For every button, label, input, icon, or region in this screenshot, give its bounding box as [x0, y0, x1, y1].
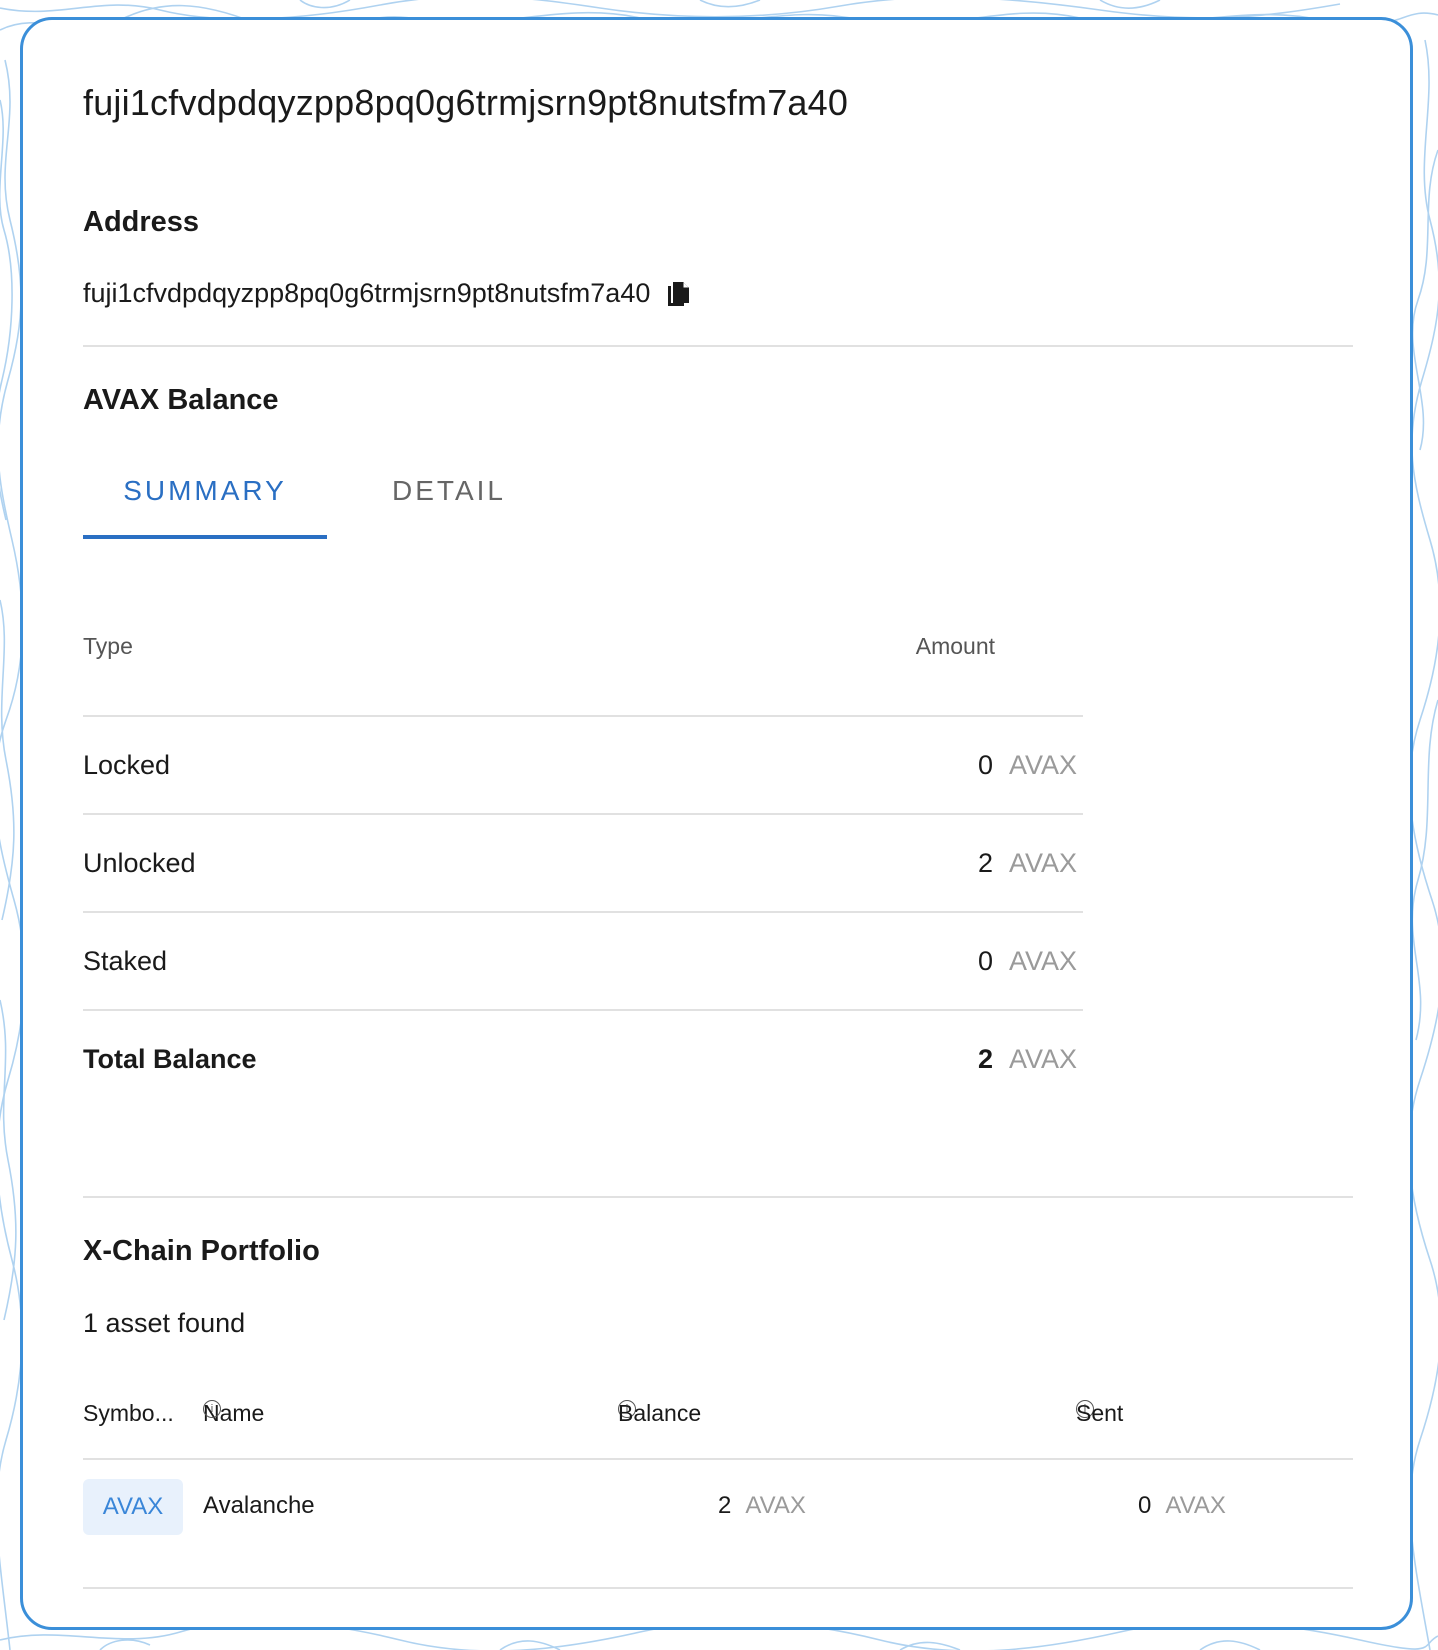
sent-column-label: Sent [1076, 1400, 1124, 1426]
asset-balance-amount: 2 [718, 1492, 732, 1519]
balance-table: Type Amount Locked 0 AVAX Unlocked 2 AVAX … [83, 633, 1083, 1107]
balance-unit: AVAX [1008, 847, 1077, 878]
avax-balance-heading: AVAX Balance [83, 384, 279, 416]
divider [83, 1196, 1353, 1198]
address-card: fuji1cfvdpdqyzpp8pq0g6trmjsrn9pt8nutsfm7… [20, 17, 1413, 1630]
asset-sent-amount: 0 [1138, 1492, 1152, 1519]
asset-sent-unit: AVAX [1165, 1492, 1226, 1519]
balance-unit: AVAX [1008, 945, 1077, 976]
asset-balance: 2 AVAX [718, 1492, 806, 1520]
amount-column-header: Amount [915, 633, 995, 659]
portfolio-table-header: Symbo... Name i i Balance i Sent [83, 1400, 1353, 1460]
divider [83, 345, 1353, 347]
balance-type: Staked [83, 945, 168, 976]
symbol-column-header[interactable]: Symbo... [83, 1400, 174, 1427]
tab-summary[interactable]: SUMMARY [83, 475, 327, 539]
balance-row-locked: Locked 0 AVAX [83, 717, 1083, 815]
asset-count: 1 asset found [83, 1308, 246, 1338]
type-column-header: Type [83, 633, 133, 659]
tab-detail[interactable]: DETAIL [327, 475, 571, 539]
balance-row-staked: Staked 0 AVAX [83, 913, 1083, 1011]
address-row: fuji1cfvdpdqyzpp8pq0g6trmjsrn9pt8nutsfm7… [83, 278, 692, 309]
page-title: fuji1cfvdpdqyzpp8pq0g6trmjsrn9pt8nutsfm7… [83, 82, 849, 123]
balance-amount: 0 [977, 945, 993, 976]
balance-row-unlocked: Unlocked 2 AVAX [83, 815, 1083, 913]
asset-balance-unit: AVAX [745, 1492, 806, 1519]
asset-name: Avalanche [203, 1492, 315, 1519]
balance-tabs: SUMMARY DETAIL [83, 475, 571, 539]
address-heading: Address [83, 206, 200, 238]
balance-amount: 0 [977, 749, 993, 780]
balance-unit: AVAX [1008, 749, 1077, 780]
balance-table-header: Type Amount [83, 633, 1083, 717]
balance-amount: 2 [977, 847, 993, 878]
address-value[interactable]: fuji1cfvdpdqyzpp8pq0g6trmjsrn9pt8nutsfm7… [83, 278, 650, 309]
balance-type: Unlocked [83, 847, 196, 878]
asset-sent: 0 AVAX [1138, 1492, 1226, 1520]
asset-symbol-badge[interactable]: AVAX [83, 1479, 183, 1535]
total-balance-label: Total Balance [83, 1043, 257, 1074]
balance-row-total: Total Balance 2 AVAX [83, 1011, 1083, 1107]
balance-type: Locked [83, 749, 171, 780]
info-icon[interactable]: i [203, 1400, 221, 1418]
total-balance-amount: 2 [977, 1043, 993, 1074]
portfolio-heading: X-Chain Portfolio [83, 1235, 320, 1267]
portfolio-row: AVAX Avalanche 2 AVAX 0 AVAX [83, 1479, 1353, 1589]
copy-icon[interactable] [666, 280, 692, 308]
balance-column-label: Balance [618, 1400, 702, 1426]
total-balance-unit: AVAX [1008, 1043, 1077, 1074]
